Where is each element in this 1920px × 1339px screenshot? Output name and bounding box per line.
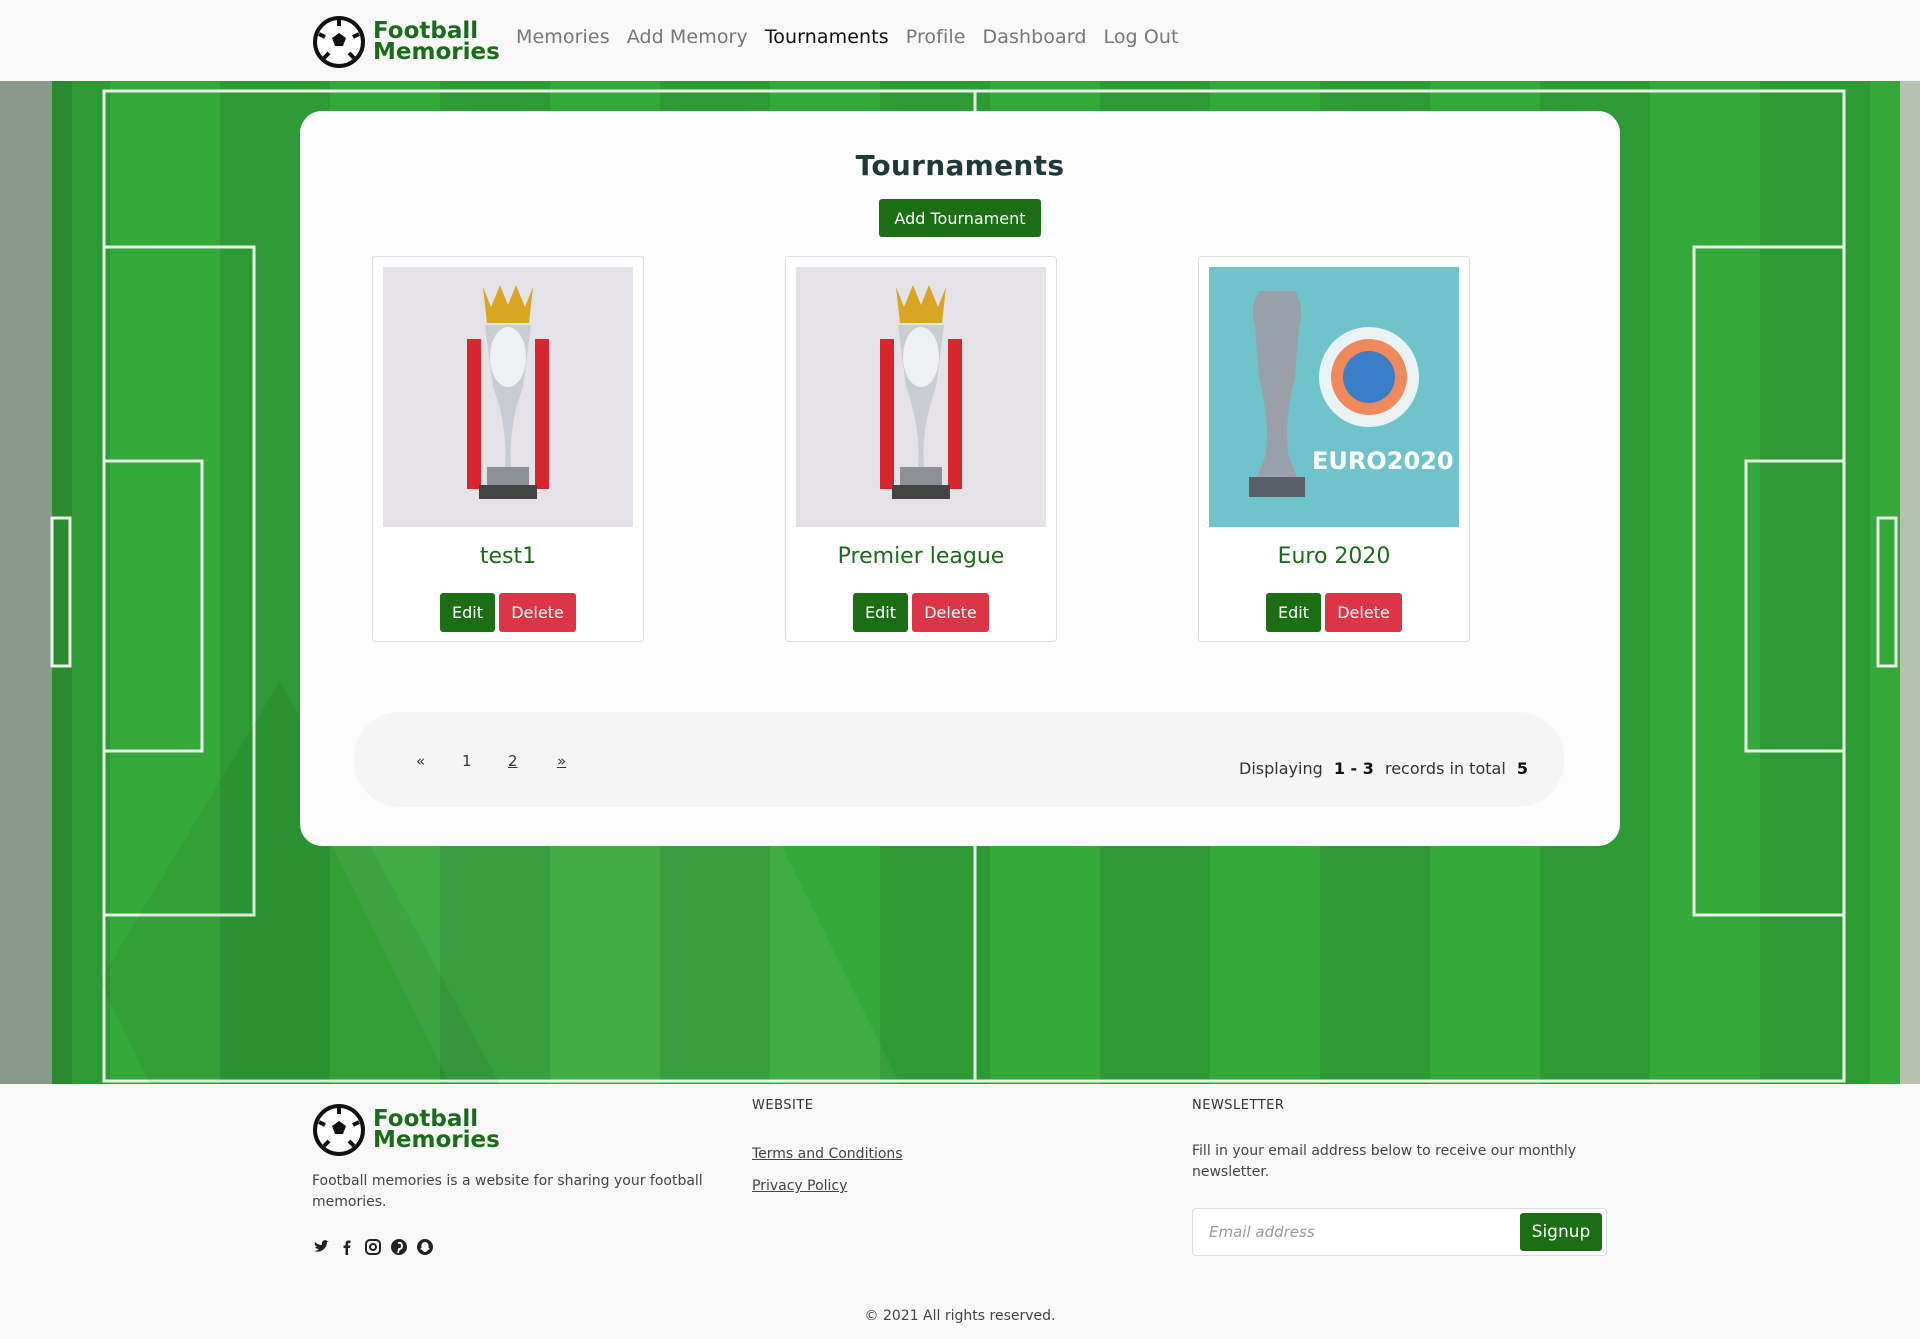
footer: Football Memories Football memories is a… xyxy=(0,1084,1920,1339)
edit-button[interactable]: Edit xyxy=(1266,593,1321,632)
brand-logo[interactable]: Football Memories xyxy=(313,16,500,68)
football-icon xyxy=(313,16,365,68)
copyright: © 2021 All rights reserved. xyxy=(864,1308,1056,1324)
add-tournament-button[interactable]: Add Tournament xyxy=(879,199,1041,237)
terms-link[interactable]: Terms and Conditions xyxy=(752,1146,903,1162)
pinterest-icon[interactable] xyxy=(390,1238,408,1256)
twitter-icon[interactable] xyxy=(312,1238,330,1256)
footer-brand-logo[interactable]: Football Memories xyxy=(313,1104,500,1156)
pagination: « 1 2 » Displaying 1 - 3 records in tota… xyxy=(354,712,1564,807)
instagram-icon[interactable] xyxy=(364,1238,382,1256)
website-heading: WEBSITE xyxy=(752,1098,814,1113)
records-range: 1 - 3 xyxy=(1333,759,1374,778)
pagination-page-2[interactable]: 2 xyxy=(508,752,518,770)
svg-text:EURO2020: EURO2020 xyxy=(1312,447,1454,475)
nav-tournaments[interactable]: Tournaments xyxy=(765,26,889,48)
tournament-card: Premier league Edit Delete xyxy=(785,256,1057,642)
nav-dashboard[interactable]: Dashboard xyxy=(983,26,1087,48)
tournaments-panel: Tournaments Add Tournament test1 Edit De… xyxy=(300,111,1620,846)
nav-profile[interactable]: Profile xyxy=(906,26,966,48)
pagination-prev[interactable]: « xyxy=(416,752,425,770)
tournament-name: Premier league xyxy=(837,544,1005,569)
main-nav: Memories Add Memory Tournaments Profile … xyxy=(516,26,1196,48)
records-total: 5 xyxy=(1516,759,1528,778)
facebook-icon[interactable] xyxy=(338,1238,356,1256)
edit-button[interactable]: Edit xyxy=(853,593,908,632)
pagination-page-1[interactable]: 1 xyxy=(462,752,472,770)
snapchat-icon[interactable] xyxy=(416,1238,434,1256)
signup-button[interactable]: Signup xyxy=(1520,1213,1602,1251)
tournament-name: Euro 2020 xyxy=(1277,544,1391,569)
delete-button[interactable]: Delete xyxy=(1325,593,1402,632)
brand-name: Football Memories xyxy=(373,1106,500,1153)
delete-button[interactable]: Delete xyxy=(499,593,576,632)
newsletter-text: Fill in your email address below to rece… xyxy=(1192,1143,1577,1180)
euro-2020-trophy-icon: EURO2020 xyxy=(1209,267,1459,527)
nav-memories[interactable]: Memories xyxy=(516,26,610,48)
tournament-card: EURO2020 Euro 2020 Edit Delete xyxy=(1198,256,1470,642)
brand-name: Football Memories xyxy=(373,18,500,65)
nav-log-out[interactable]: Log Out xyxy=(1103,26,1178,48)
premier-league-trophy-icon xyxy=(796,267,1046,527)
tournament-image: EURO2020 xyxy=(1209,267,1459,527)
tournament-image xyxy=(796,267,1046,527)
privacy-link[interactable]: Privacy Policy xyxy=(752,1178,847,1194)
email-input[interactable]: Email address xyxy=(1209,1223,1315,1241)
tournament-image xyxy=(383,267,633,527)
football-icon xyxy=(313,1104,365,1156)
newsletter-heading: NEWSLETTER xyxy=(1192,1098,1285,1113)
nav-add-memory[interactable]: Add Memory xyxy=(627,26,748,48)
delete-button[interactable]: Delete xyxy=(912,593,989,632)
social-links xyxy=(312,1238,442,1256)
page-title: Tournaments xyxy=(855,149,1065,182)
tournament-card: test1 Edit Delete xyxy=(372,256,644,642)
pagination-next[interactable]: » xyxy=(557,752,566,770)
tournament-name: test1 xyxy=(479,544,537,569)
records-summary: Displaying 1 - 3 records in total 5 xyxy=(1239,759,1528,778)
navbar: Football Memories Memories Add Memory To… xyxy=(0,0,1920,81)
edit-button[interactable]: Edit xyxy=(440,593,495,632)
newsletter-form: Email address Signup xyxy=(1192,1208,1607,1256)
footer-description: Football memories is a website for shari… xyxy=(312,1173,703,1210)
premier-league-trophy-icon xyxy=(383,267,633,527)
